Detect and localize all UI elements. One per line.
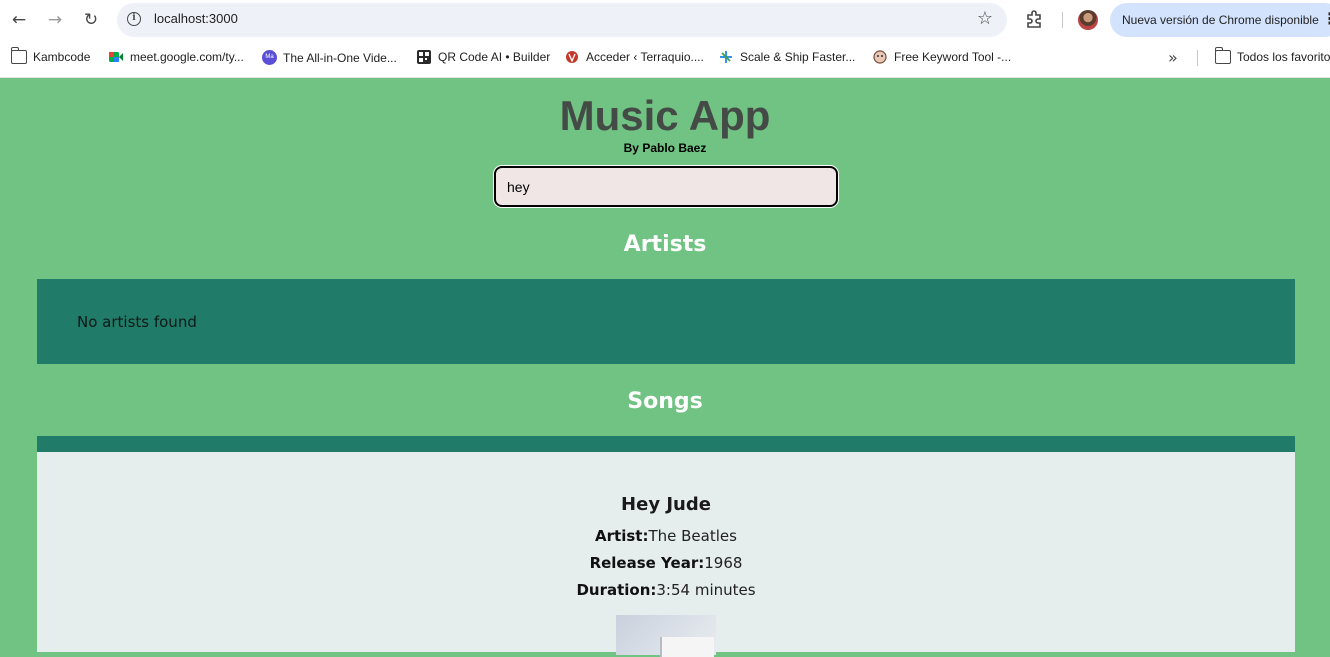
song-title: Hey Jude bbox=[621, 494, 711, 515]
wordpress-icon bbox=[566, 51, 578, 63]
menu-dots-icon[interactable]: ⋮ bbox=[1322, 9, 1330, 28]
bookmark-label: Scale & Ship Faster... bbox=[740, 50, 856, 64]
bookmark-scale-ship[interactable]: Scale & Ship Faster... bbox=[718, 50, 855, 64]
song-release-year: Release Year:1968 bbox=[37, 554, 1295, 572]
browser-toolbar: ← → ↻ i localhost:3000 ☆ Nueva versión d… bbox=[0, 0, 1330, 40]
artists-section: No artists found bbox=[37, 279, 1295, 364]
toolbar-divider bbox=[1062, 12, 1063, 28]
song-year-value: 1968 bbox=[704, 554, 743, 572]
song-card[interactable]: Hey Jude Artist:The Beatles Release Year… bbox=[37, 452, 1295, 657]
song-duration-label: Duration: bbox=[576, 581, 657, 599]
bookmark-label: QR Code AI • Builder bbox=[438, 50, 551, 64]
bookmark-label: The All-in-One Vide... bbox=[283, 50, 397, 65]
chrome-update-button[interactable]: Nueva versión de Chrome disponible ⋮ bbox=[1110, 3, 1330, 37]
bookmarks-bar: Kambcode meet.google.com/ty... Ma The Al… bbox=[0, 40, 1330, 78]
site-info-icon[interactable]: i bbox=[127, 12, 141, 26]
bookmark-keyword-tool[interactable]: Free Keyword Tool -... bbox=[872, 50, 1011, 64]
bookmark-meet[interactable]: meet.google.com/ty... bbox=[108, 50, 244, 64]
song-artist-label: Artist: bbox=[595, 527, 649, 545]
bookmark-kambcode[interactable]: Kambcode bbox=[10, 47, 91, 64]
song-duration-value: 3:54 minutes bbox=[656, 581, 756, 599]
songs-section-header bbox=[37, 436, 1295, 452]
back-arrow-icon[interactable]: ← bbox=[7, 8, 31, 32]
song-artist: Artist:The Beatles bbox=[37, 527, 1295, 545]
songs-heading: Songs bbox=[627, 389, 703, 414]
song-year-label: Release Year: bbox=[589, 554, 705, 572]
bookmark-label: Kambcode bbox=[33, 50, 91, 64]
bookmark-terraquio[interactable]: Acceder ‹ Terraquio.... bbox=[564, 50, 704, 64]
reload-icon[interactable]: ↻ bbox=[79, 8, 103, 32]
bookmark-allinone-video[interactable]: Ma The All-in-One Vide... bbox=[262, 50, 397, 65]
asterisk-icon bbox=[720, 51, 732, 63]
address-bar[interactable]: i localhost:3000 ☆ bbox=[117, 3, 1007, 37]
monkey-icon bbox=[873, 50, 887, 64]
ma-logo-icon: Ma bbox=[262, 50, 277, 65]
song-artist-value: The Beatles bbox=[648, 527, 737, 545]
app-title: Music App bbox=[559, 92, 771, 139]
bookmark-all-favorites[interactable]: Todos los favoritos bbox=[1214, 47, 1330, 64]
album-cover-image bbox=[616, 615, 716, 657]
bookmark-label: Free Keyword Tool -... bbox=[894, 50, 1012, 64]
song-duration: Duration:3:54 minutes bbox=[37, 581, 1295, 599]
no-artists-message: No artists found bbox=[77, 313, 197, 331]
bookmarks-overflow-icon[interactable]: » bbox=[1168, 48, 1178, 67]
music-app-page: Music App By Pablo Baez Artists No artis… bbox=[0, 78, 1330, 657]
chrome-update-label: Nueva versión de Chrome disponible bbox=[1122, 13, 1319, 27]
google-meet-icon bbox=[109, 52, 123, 62]
app-byline: By Pablo Baez bbox=[623, 141, 707, 155]
bookmarks-divider bbox=[1197, 50, 1198, 66]
qr-code-icon bbox=[417, 50, 431, 64]
folder-icon bbox=[10, 47, 27, 64]
search-input[interactable] bbox=[494, 166, 838, 207]
bookmark-label: Acceder ‹ Terraquio.... bbox=[586, 50, 704, 64]
profile-avatar[interactable] bbox=[1078, 10, 1098, 30]
artists-heading: Artists bbox=[623, 232, 707, 257]
extensions-icon[interactable] bbox=[1024, 9, 1044, 29]
url-text[interactable]: localhost:3000 bbox=[154, 11, 238, 26]
forward-arrow-icon[interactable]: → bbox=[43, 8, 67, 32]
bookmark-label: Todos los favoritos bbox=[1237, 50, 1330, 64]
bookmark-qr-code-ai[interactable]: QR Code AI • Builder bbox=[416, 50, 550, 64]
bookmark-star-icon[interactable]: ☆ bbox=[977, 8, 993, 29]
bookmark-label: meet.google.com/ty... bbox=[130, 50, 244, 64]
folder-icon bbox=[1214, 47, 1231, 64]
